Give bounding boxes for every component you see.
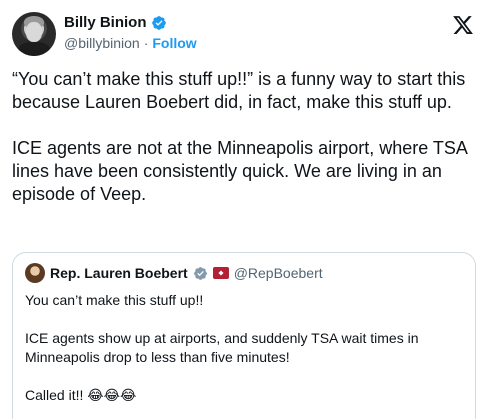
verified-badge-icon — [151, 15, 166, 30]
quoted-tweet[interactable]: Rep. Lauren Boebert @RepBoebert You can’… — [12, 252, 476, 419]
author-avatar[interactable] — [12, 12, 56, 56]
quoted-author-avatar[interactable] — [25, 263, 45, 283]
quoted-author-name[interactable]: Rep. Lauren Boebert — [50, 265, 188, 281]
author-info: Billy Binion @billybinion · Follow — [64, 14, 197, 51]
quoted-author-handle[interactable]: @RepBoebert — [234, 265, 323, 281]
author-handle[interactable]: @billybinion — [64, 35, 140, 51]
x-logo-icon[interactable] — [452, 14, 474, 36]
separator-dot: · — [143, 35, 149, 51]
tweet-body: “You can’t make this stuff up!!” is a fu… — [12, 69, 467, 204]
author-name[interactable]: Billy Binion — [64, 14, 147, 31]
affiliation-badge-icon — [212, 267, 229, 279]
quoted-tweet-body: You can’t make this stuff up!! ICE agent… — [25, 292, 419, 403]
verified-badge-icon — [193, 266, 207, 280]
tweet-header: Billy Binion @billybinion · Follow — [12, 12, 476, 60]
quoted-tweet-header: Rep. Lauren Boebert @RepBoebert — [25, 263, 463, 283]
follow-button[interactable]: Follow — [152, 35, 196, 51]
